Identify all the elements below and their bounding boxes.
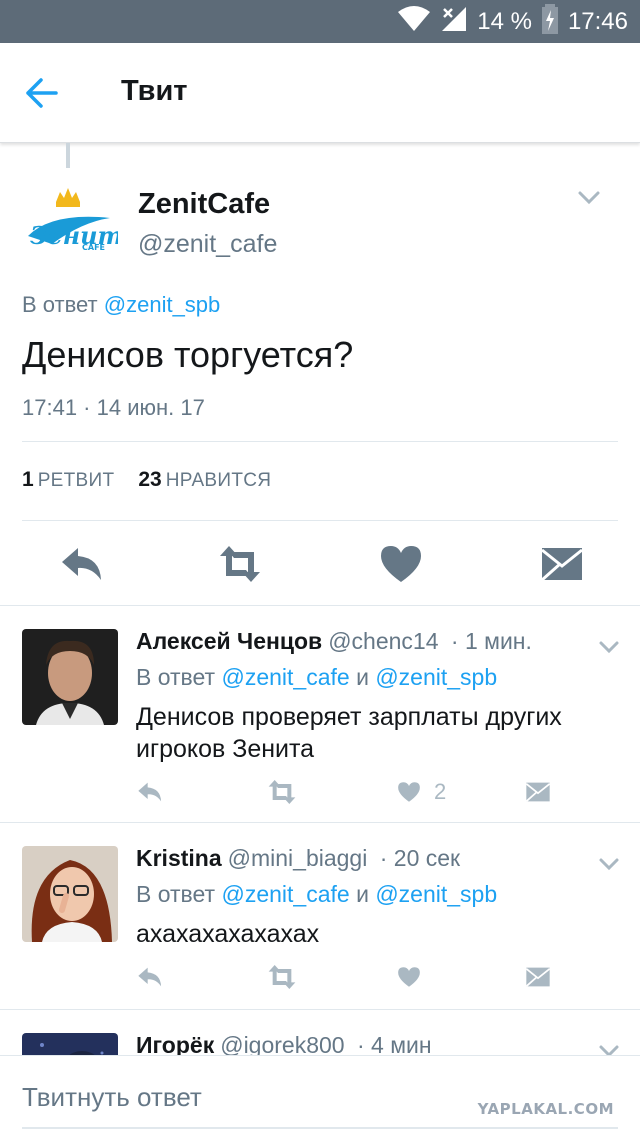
reply-header: Kristina @mini_biaggi · 20 сек: [136, 845, 460, 872]
reply-header: Алексей Ченцов @chenc14 · 1 мин.: [136, 628, 532, 655]
reply-prefix: В ответ: [136, 881, 216, 907]
arrow-left-icon: [26, 78, 58, 108]
retweet-icon: [268, 780, 296, 804]
conjunction: и: [356, 664, 369, 690]
tweet-actions: [0, 961, 640, 993]
reply-context: В ответ @zenit_spb: [22, 292, 220, 318]
chevron-down-icon[interactable]: [577, 190, 601, 206]
author-handle[interactable]: @mini_biaggi: [228, 845, 368, 871]
avatar[interactable]: [22, 846, 118, 942]
reply-compose-bar: Твитнуть ответ YAPLAKAL.COM: [0, 1055, 640, 1138]
tweet-time: · 1 мин.: [450, 628, 532, 654]
mention-link[interactable]: @zenit_spb: [375, 664, 497, 690]
reply-input[interactable]: Твитнуть ответ: [22, 1082, 202, 1113]
reply-prefix: В ответ: [22, 292, 98, 317]
author-name[interactable]: Алексей Ченцов: [136, 628, 322, 654]
conjunction: и: [356, 881, 369, 907]
input-underline: [22, 1127, 618, 1129]
tweet-timestamp: 17:41 · 14 июн. 17: [22, 395, 205, 420]
reply-button[interactable]: [58, 540, 106, 588]
svg-text:CAFE: CAFE: [82, 243, 105, 252]
author-name[interactable]: Kristina: [136, 845, 222, 871]
avatar-photo: [22, 629, 118, 725]
like-button[interactable]: [377, 540, 425, 588]
avatar-photo: [22, 846, 118, 942]
reply-context: В ответ @zenit_cafe и @zenit_spb: [136, 881, 497, 908]
like-button[interactable]: [396, 961, 422, 993]
app-bar: Твит: [0, 43, 640, 143]
tweet-text: Денисов торгуется?: [22, 334, 354, 375]
list-item[interactable]: Алексей Ченцов @chenc14 · 1 мин. В ответ …: [0, 606, 640, 823]
retweet-button[interactable]: [216, 540, 264, 588]
message-button[interactable]: [524, 776, 552, 808]
chevron-down-icon[interactable]: [598, 857, 620, 871]
reply-icon: [138, 967, 162, 987]
reply-context: В ответ @zenit_cafe и @zenit_spb: [136, 664, 497, 691]
tweet-actions: 2: [0, 776, 640, 808]
likes-stat[interactable]: 23 НРАВИТСЯ: [138, 468, 271, 492]
status-bar: 14 % 17:46: [0, 0, 640, 43]
tweet-text: Денисов проверяет зарплаты других игроко…: [136, 703, 562, 763]
message-icon: [525, 782, 551, 802]
tweet-text: ахахахахахахах: [136, 920, 320, 948]
retweet-button[interactable]: [266, 961, 298, 993]
chevron-down-icon[interactable]: [598, 640, 620, 654]
main-tweet: Зенит CAFE ZenitCafe @zenit_cafe В ответ…: [0, 168, 640, 606]
tweet-stats: 1 РЕТВИТ 23 НРАВИТСЯ: [22, 468, 271, 492]
tweet-actions: [0, 540, 640, 590]
heart-icon: [381, 546, 421, 582]
heart-icon: [398, 782, 420, 802]
like-count: 2: [434, 779, 447, 804]
zenit-cafe-logo: Зенит CAFE: [22, 178, 123, 274]
reply-button[interactable]: [136, 961, 164, 993]
battery-charging-icon: [541, 3, 558, 41]
reply-button[interactable]: [136, 776, 164, 808]
reply-icon: [62, 548, 101, 580]
list-item[interactable]: Kristina @mini_biaggi · 20 сек В ответ @z…: [0, 823, 640, 1010]
heart-icon: [398, 967, 420, 987]
signal-icon: [441, 6, 467, 39]
reply-prefix: В ответ: [136, 664, 216, 690]
tweet-time: · 20 сек: [379, 845, 461, 871]
wifi-icon: [397, 5, 431, 39]
page-title: Твит: [121, 75, 188, 107]
message-button[interactable]: [524, 961, 552, 993]
retweet-icon: [268, 965, 296, 989]
divider: [22, 520, 618, 521]
message-icon: [525, 967, 551, 987]
retweets-stat[interactable]: 1 РЕТВИТ: [22, 468, 114, 492]
watermark: YAPLAKAL.COM: [477, 1100, 614, 1118]
mention-link[interactable]: @zenit_cafe: [221, 881, 349, 907]
battery-level: 14 %: [477, 8, 532, 35]
back-button[interactable]: [22, 75, 62, 111]
message-icon: [541, 548, 583, 582]
thread-line: [66, 143, 70, 168]
mention-link[interactable]: @zenit_cafe: [221, 664, 349, 690]
retweet-icon: [220, 546, 260, 582]
mention-link[interactable]: @zenit_spb: [104, 292, 221, 317]
retweet-button[interactable]: [266, 776, 298, 808]
mention-link[interactable]: @zenit_spb: [375, 881, 497, 907]
divider: [22, 441, 618, 442]
message-button[interactable]: [538, 540, 586, 588]
like-button[interactable]: 2: [396, 776, 446, 808]
avatar[interactable]: [22, 629, 118, 725]
author-handle[interactable]: @chenc14: [328, 628, 438, 654]
reply-icon: [138, 782, 162, 802]
author-name[interactable]: ZenitCafe: [138, 188, 270, 221]
avatar[interactable]: Зенит CAFE: [22, 178, 123, 274]
status-time: 17:46: [567, 8, 628, 35]
author-handle[interactable]: @zenit_cafe: [138, 230, 277, 259]
